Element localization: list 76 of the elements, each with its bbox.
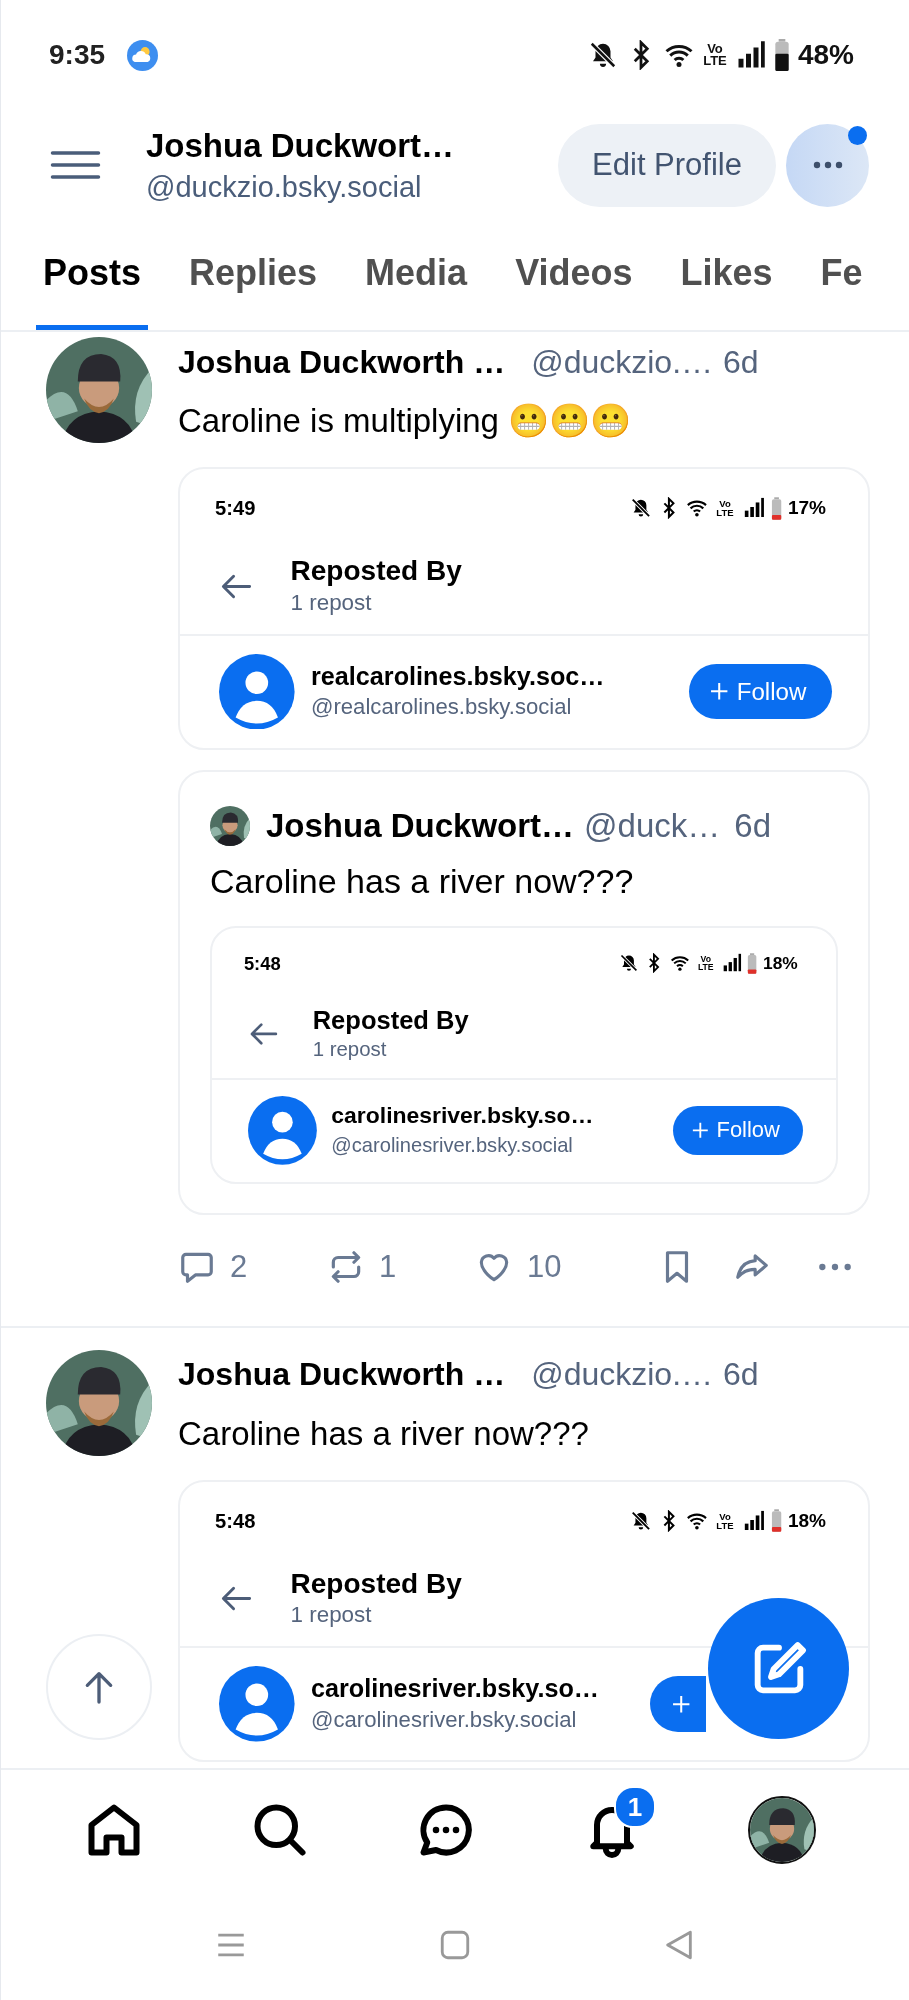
network-label: Vo LTE: [715, 499, 735, 518]
user-name: carolinesriver.bsky.so…: [311, 1673, 600, 1705]
like-count: 10: [527, 1248, 562, 1285]
author-handle: @duck…: [584, 806, 721, 845]
notification-badge: 1: [614, 1786, 656, 1828]
post-text: Caroline has a river now???: [210, 860, 635, 902]
profile-tab[interactable]: Videos: [508, 220, 640, 330]
weather-icon: [127, 39, 159, 71]
post-text: Caroline is multiplying 😬😬😬: [178, 401, 633, 441]
avatar: [210, 805, 250, 846]
post-time: 6d: [723, 1356, 759, 1393]
user-handle: @carolinesriver.bsky.social: [331, 1133, 574, 1159]
repost-count: 1 repost: [290, 1601, 373, 1630]
screen-title: Reposted By: [312, 1005, 469, 1036]
muted-bell-icon: [618, 953, 639, 974]
wifi-icon: [669, 953, 690, 974]
status-time: 5:48: [215, 1508, 256, 1534]
follow-button[interactable]: [650, 1676, 706, 1732]
screen-title: Reposted By: [290, 1566, 462, 1601]
user-name: realcarolines.bsky.soc…: [311, 660, 606, 692]
battery-percent: 17%: [787, 496, 826, 521]
battery-percent: 18%: [787, 1508, 826, 1533]
user-handle: @realcarolines.bsky.social: [311, 693, 573, 722]
plus-icon: [709, 681, 730, 702]
post-time: 6d: [734, 806, 771, 845]
battery-icon: [773, 39, 790, 71]
signal-icon: [742, 1509, 765, 1532]
author-name: Joshua Duckwort…: [266, 806, 575, 845]
user-name: carolinesriver.bsky.so…: [331, 1101, 595, 1131]
battery-icon: [770, 496, 782, 520]
reply-count: 2: [230, 1248, 248, 1285]
edit-profile-button[interactable]: Edit Profile: [558, 123, 776, 207]
post-time: 6d: [723, 343, 759, 381]
muted-bell-icon: [629, 497, 652, 520]
notifications-tab[interactable]: 1: [564, 1782, 660, 1878]
profile-tab[interactable]: Media: [358, 220, 475, 330]
battery-icon: [747, 952, 758, 974]
profile-handle: @duckzio.bsky.social: [146, 170, 423, 205]
default-avatar-icon: [219, 653, 295, 730]
status-time: 9:35: [49, 39, 106, 71]
network-label: Vo LTE: [696, 955, 715, 972]
menu-icon[interactable]: [50, 150, 101, 180]
profile-tab[interactable]: Likes: [673, 220, 780, 330]
post-text: Caroline has a river now???: [178, 1413, 590, 1454]
author-name: Joshua Duckworth …: [178, 343, 506, 381]
author-name: Joshua Duckworth …: [178, 1356, 506, 1393]
follow-button[interactable]: Follow: [672, 1105, 803, 1156]
more-icon: [812, 161, 843, 169]
quoted-post-card[interactable]: Joshua Duckwort… @duck… 6d Caroline has a river now??? 5:48 Vo LTE 18% Reposted By 1 repost carolinesriver.bsky.so… @carolinesriver.bsky.social Follow: [178, 769, 870, 1215]
profile-tab[interactable]: Replies: [182, 220, 325, 330]
status-time: 5:49: [215, 496, 256, 522]
home-button-icon[interactable]: [438, 1928, 472, 1962]
battery-icon: [770, 1509, 782, 1533]
profile-tab[interactable]: Fe: [813, 220, 870, 330]
screen-title: Reposted By: [290, 554, 462, 588]
profile-name: Joshua Duckwort…: [146, 126, 456, 166]
battery-percent: 18%: [763, 951, 798, 975]
author-handle: @duckzio.…: [531, 343, 714, 381]
battery-percent: 48%: [797, 39, 854, 71]
status-time: 5:48: [243, 951, 281, 976]
follow-button[interactable]: Follow: [688, 663, 832, 720]
user-handle: @carolinesriver.bsky.social: [311, 1706, 578, 1734]
muted-bell-icon: [629, 1509, 652, 1532]
repost-count: 1 repost: [290, 588, 373, 617]
profile-tab[interactable]: Posts: [36, 220, 149, 330]
signal-icon: [721, 953, 742, 974]
author-handle: @duckzio.…: [531, 1356, 714, 1393]
signal-icon: [742, 497, 765, 520]
network-label: Vo LTE: [715, 1511, 735, 1530]
default-avatar-icon: [219, 1666, 295, 1742]
plus-icon: [670, 1693, 692, 1715]
plus-icon: [691, 1121, 710, 1140]
default-avatar-icon: [247, 1096, 317, 1165]
network-label: Vo LTE: [702, 42, 728, 68]
repost-count: 1: [379, 1248, 397, 1285]
repost-count: 1 repost: [312, 1036, 388, 1062]
